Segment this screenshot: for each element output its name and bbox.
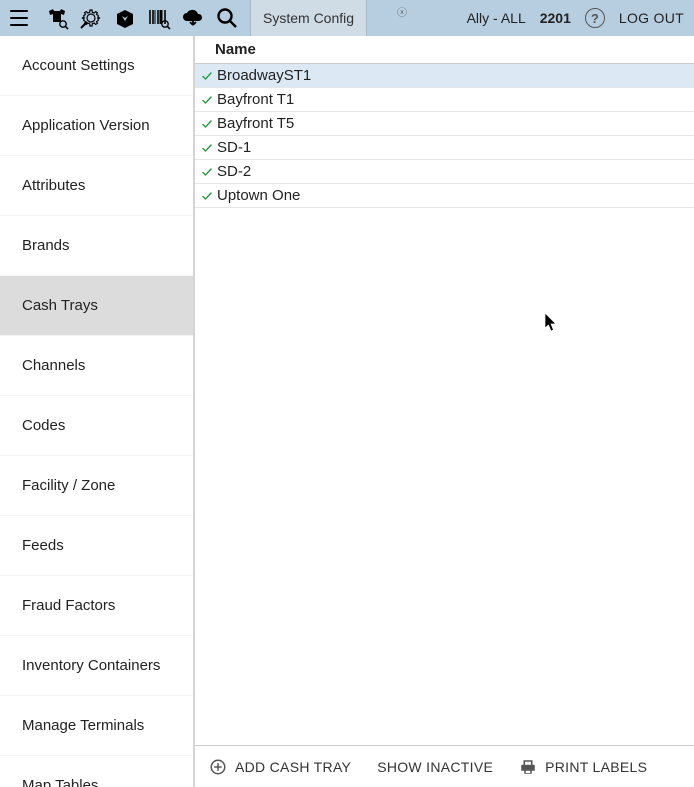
- add-cash-tray-button[interactable]: ADD CASH TRAY: [209, 758, 351, 776]
- sidebar-item-label: Cash Trays: [22, 297, 98, 314]
- add-cash-tray-label: ADD CASH TRAY: [235, 759, 351, 775]
- topbar-right: Ally - ALL 2201 ? LOG OUT: [467, 0, 684, 36]
- tshirt-search-icon[interactable]: [44, 5, 70, 31]
- table-body: BroadwayST1 Bayfront T1 Bayfront T5 SD-1 SD-…: [195, 64, 694, 745]
- sidebar-item[interactable]: Attributes: [0, 156, 193, 216]
- gear-wrench-icon[interactable]: [78, 5, 104, 31]
- print-labels-label: PRINT LABELS: [545, 759, 647, 775]
- column-header-name[interactable]: Name: [195, 36, 694, 64]
- sidebar-item-label: Manage Terminals: [22, 717, 144, 734]
- sidebar-item-label: Account Settings: [22, 57, 135, 74]
- sidebar-item[interactable]: Feeds: [0, 516, 193, 576]
- printer-icon: [519, 758, 537, 776]
- footer-toolbar: ADD CASH TRAY SHOW INACTIVE PRINT LABELS: [195, 745, 694, 787]
- sidebar-item[interactable]: Brands: [0, 216, 193, 276]
- top-icon-row: [44, 5, 240, 31]
- row-name: Bayfront T1: [217, 91, 294, 108]
- check-icon: [199, 116, 215, 132]
- sidebar-item[interactable]: Account Settings: [0, 36, 193, 96]
- check-icon: [199, 68, 215, 84]
- user-code: 2201: [540, 10, 571, 26]
- tab-label: System Config: [263, 10, 354, 26]
- sidebar-item-label: Application Version: [22, 117, 150, 134]
- check-icon: [199, 92, 215, 108]
- row-name: SD-2: [217, 163, 251, 180]
- plus-circle-icon: [209, 758, 227, 776]
- show-inactive-label: SHOW INACTIVE: [377, 759, 493, 775]
- sidebar-item-label: Inventory Containers: [22, 657, 160, 674]
- table-row[interactable]: Uptown One: [195, 184, 694, 208]
- check-icon: [199, 140, 215, 156]
- table-row[interactable]: SD-2: [195, 160, 694, 184]
- sidebar-item[interactable]: Fraud Factors: [0, 576, 193, 636]
- row-name: Bayfront T5: [217, 115, 294, 132]
- close-icon[interactable]: ⓧ: [397, 0, 407, 19]
- sidebar-item[interactable]: Application Version: [0, 96, 193, 156]
- sidebar: Account Settings Application Version Attri…: [0, 36, 195, 787]
- tab-system-config[interactable]: System Config: [250, 0, 367, 36]
- sidebar-item[interactable]: Map Tables: [0, 756, 193, 787]
- table-row[interactable]: BroadwayST1: [195, 64, 694, 88]
- sidebar-item[interactable]: Facility / Zone: [0, 456, 193, 516]
- sidebar-item[interactable]: Cash Trays: [0, 276, 193, 336]
- top-bar: System Config ⓧ Ally - ALL 2201 ? LOG OU…: [0, 0, 694, 36]
- sidebar-item-label: Codes: [22, 417, 65, 434]
- sidebar-item-label: Brands: [22, 237, 70, 254]
- print-labels-button[interactable]: PRINT LABELS: [519, 758, 647, 776]
- cloud-download-icon[interactable]: [180, 5, 206, 31]
- sidebar-item-label: Map Tables: [22, 777, 98, 787]
- table-row[interactable]: Bayfront T1: [195, 88, 694, 112]
- logout-button[interactable]: LOG OUT: [619, 10, 684, 26]
- package-download-icon[interactable]: [112, 5, 138, 31]
- table-row[interactable]: Bayfront T5: [195, 112, 694, 136]
- user-label[interactable]: Ally - ALL: [467, 10, 526, 26]
- content-pane: Name BroadwayST1 Bayfront T1 Bayfront T5 SD…: [195, 36, 694, 787]
- row-name: Uptown One: [217, 187, 300, 204]
- table-row[interactable]: SD-1: [195, 136, 694, 160]
- row-name: BroadwayST1: [217, 67, 311, 84]
- main-area: Account Settings Application Version Attri…: [0, 36, 694, 787]
- show-inactive-button[interactable]: SHOW INACTIVE: [377, 759, 493, 775]
- row-name: SD-1: [217, 139, 251, 156]
- check-icon: [199, 164, 215, 180]
- sidebar-item-label: Fraud Factors: [22, 597, 115, 614]
- sidebar-item-label: Feeds: [22, 537, 64, 554]
- check-icon: [199, 188, 215, 204]
- sidebar-item-label: Channels: [22, 357, 85, 374]
- sidebar-item[interactable]: Codes: [0, 396, 193, 456]
- search-icon[interactable]: [214, 5, 240, 31]
- sidebar-item[interactable]: Channels: [0, 336, 193, 396]
- sidebar-item[interactable]: Manage Terminals: [0, 696, 193, 756]
- sidebar-item[interactable]: Inventory Containers: [0, 636, 193, 696]
- sidebar-item-label: Facility / Zone: [22, 477, 115, 494]
- sidebar-item-label: Attributes: [22, 177, 85, 194]
- help-icon[interactable]: ?: [585, 8, 605, 28]
- hamburger-menu[interactable]: [8, 7, 30, 29]
- barcode-search-icon[interactable]: [146, 5, 172, 31]
